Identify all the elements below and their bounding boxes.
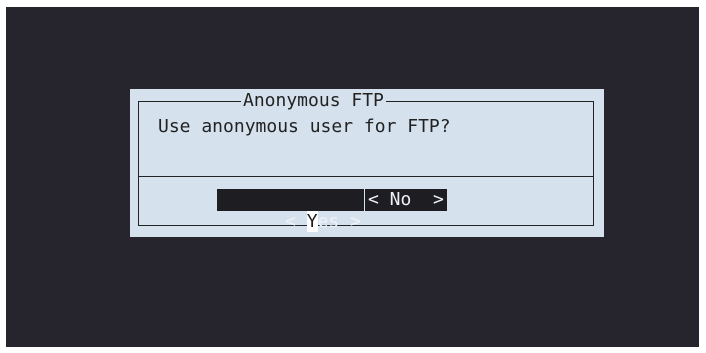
yes-button-hotkey: Y <box>306 211 318 232</box>
no-button[interactable]: < No > <box>365 189 447 211</box>
dialog-message: Use anonymous user for FTP? <box>158 116 451 137</box>
dialog-button-divider <box>138 176 594 177</box>
yes-button[interactable]: < Yes > <box>217 189 364 232</box>
dialog-frame-right <box>593 101 594 225</box>
terminal-screen: Anonymous FTP Use anonymous user for FTP… <box>6 7 699 347</box>
dialog-frame-bottom <box>138 225 594 226</box>
dialog-title: Anonymous FTP <box>241 90 386 112</box>
yes-button-left: < <box>285 211 307 232</box>
anonymous-ftp-dialog: Anonymous FTP Use anonymous user for FTP… <box>130 89 604 237</box>
yes-button-rest: es > <box>317 211 361 232</box>
dialog-frame-left <box>138 101 139 225</box>
